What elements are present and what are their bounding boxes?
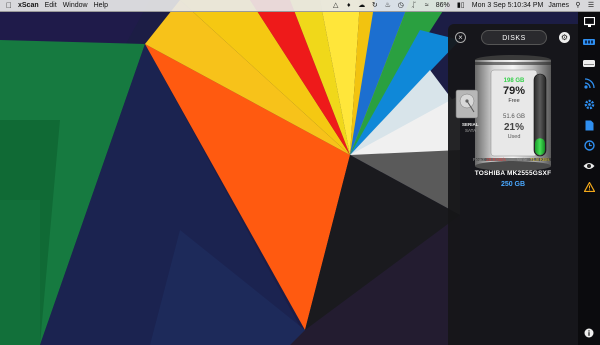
notification-center-icon[interactable]: ☰ xyxy=(587,2,595,10)
free-percent: 79% xyxy=(502,85,526,97)
app-menu[interactable]: xScan xyxy=(18,2,39,9)
wifi-icon[interactable]: ≈ xyxy=(423,2,431,10)
volume-icon[interactable]: ♨ xyxy=(384,2,392,10)
monitor-icon[interactable] xyxy=(583,16,595,28)
panel-header: × DISKS ⚙ xyxy=(448,24,578,52)
user-menu[interactable]: James xyxy=(548,2,569,9)
read-label: Read: xyxy=(473,157,486,162)
free-size: 198 GB xyxy=(503,78,525,84)
settings-gear-icon[interactable]: ⚙ xyxy=(559,32,570,43)
disk-name: TOSHIBA MK2555GSXF xyxy=(474,170,552,177)
used-percent: 21% xyxy=(503,122,524,133)
menu-bar:  xScan Edit Window Help △ ♦ ☁ ↻ ♨ ◷ ᛢ ≈… xyxy=(0,0,600,12)
menu-extra-icon[interactable]: △ xyxy=(332,2,340,10)
disk-icon[interactable] xyxy=(583,57,595,69)
free-label: Free xyxy=(508,98,520,104)
cloud-icon[interactable]: ☁ xyxy=(358,2,366,10)
disk-gauge: 198 GB 79% Free 51.6 GB 21% Used SERIAL … xyxy=(448,52,578,182)
menu-help[interactable]: Help xyxy=(94,2,108,9)
hard-drive-icon xyxy=(455,89,479,119)
write-speed: Write: 71.8 KB/s xyxy=(517,157,549,162)
used-label: Used xyxy=(507,134,521,140)
document-icon[interactable] xyxy=(583,119,595,131)
used-level-fill xyxy=(535,138,545,155)
spotlight-search-icon[interactable]: ⚲ xyxy=(574,2,582,10)
battery-percent[interactable]: 86% xyxy=(436,2,450,9)
disks-panel: × DISKS ⚙ 198 GB 79% Free 51.6 GB 21% Us… xyxy=(448,24,578,345)
menu-extras: △ ♦ ☁ ↻ ♨ ◷ ᛢ ≈ 86% ▮▯ Mon 3 Sep 5:10:34… xyxy=(332,0,600,11)
interface-type-line2: SATA xyxy=(465,128,477,133)
menu-edit[interactable]: Edit xyxy=(45,2,57,9)
read-value: 29.9 KB/s xyxy=(486,157,506,162)
used-size: 51.6 GB xyxy=(502,114,525,120)
sync-icon[interactable]: ↻ xyxy=(371,2,379,10)
menu-window[interactable]: Window xyxy=(63,2,88,9)
info-icon[interactable] xyxy=(583,327,595,339)
clock[interactable]: Mon 3 Sep 5:10:34 PM xyxy=(472,2,544,9)
dropbox-icon[interactable]: ♦ xyxy=(345,2,353,10)
panel-title: DISKS xyxy=(481,30,547,45)
write-value: 71.8 KB/s xyxy=(529,157,550,162)
bluetooth-icon[interactable]: ᛢ xyxy=(410,2,418,10)
eye-icon[interactable] xyxy=(583,160,595,172)
interface-type-line1: SERIAL xyxy=(462,122,479,127)
read-speed: Read: 29.9 KB/s xyxy=(473,157,506,162)
write-label: Write: xyxy=(517,157,529,162)
warning-icon[interactable] xyxy=(583,181,595,193)
xscan-sidebar xyxy=(578,11,600,345)
clock-icon[interactable] xyxy=(583,139,595,151)
close-button[interactable]: × xyxy=(455,32,466,43)
cpu-gear-icon[interactable] xyxy=(583,98,595,110)
battery-icon[interactable]: ▮▯ xyxy=(455,2,467,10)
memory-icon[interactable] xyxy=(583,36,595,48)
apple-menu-icon[interactable]:  xyxy=(6,1,12,10)
time-machine-icon[interactable]: ◷ xyxy=(397,2,405,10)
network-icon[interactable] xyxy=(583,77,595,89)
disk-capacity: 250 GB xyxy=(500,181,526,188)
